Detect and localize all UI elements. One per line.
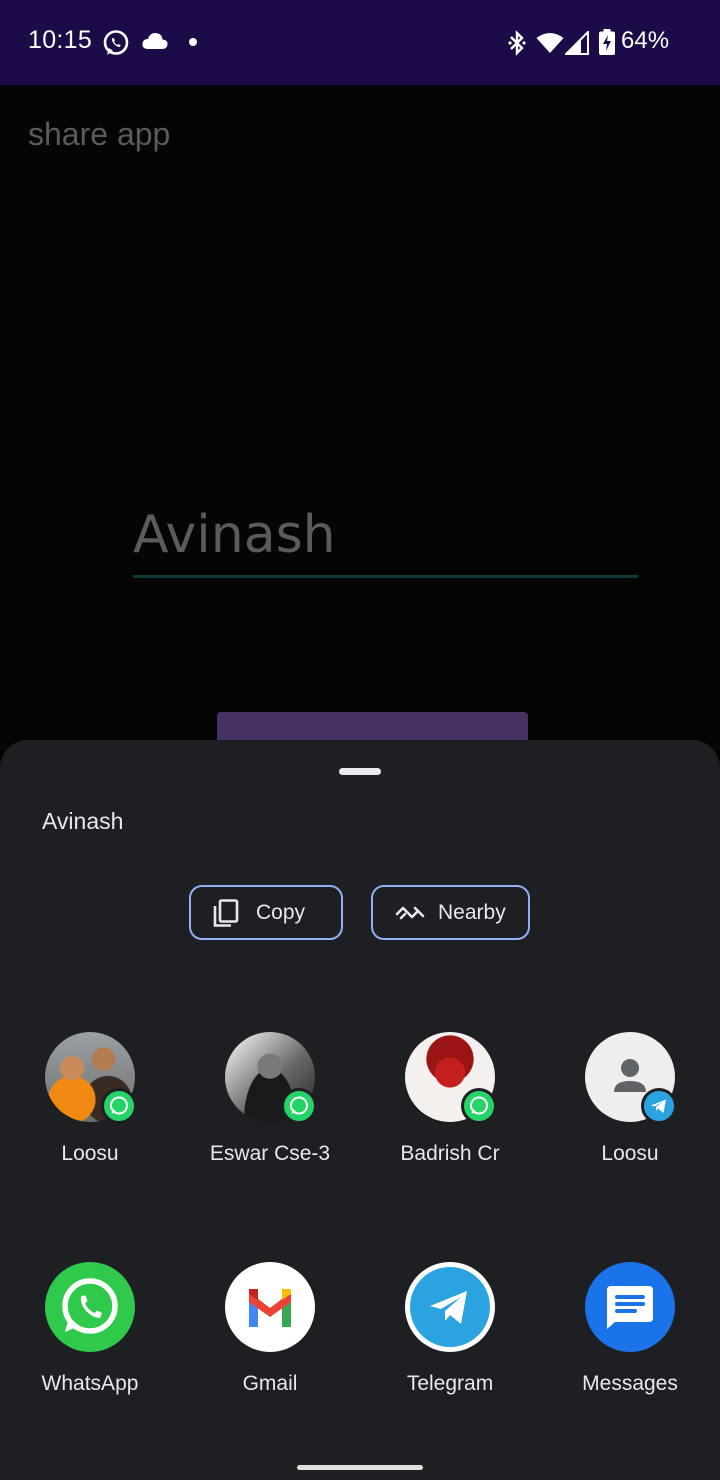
- app-target-whatsapp[interactable]: WhatsApp: [0, 1262, 180, 1402]
- direct-share-target[interactable]: Loosu: [540, 1032, 720, 1172]
- whatsapp-badge-icon: [461, 1088, 497, 1124]
- app-target-messages[interactable]: Messages: [540, 1262, 720, 1402]
- status-time: 10:15: [28, 26, 93, 54]
- whatsapp-icon: [103, 30, 129, 55]
- nearby-share-button[interactable]: Nearby: [371, 885, 530, 940]
- telegram-icon: [405, 1262, 495, 1352]
- drag-handle[interactable]: [339, 768, 381, 775]
- app-label: Gmail: [242, 1372, 298, 1395]
- battery-percent: 64%: [621, 27, 670, 54]
- app-label: Telegram: [406, 1372, 494, 1395]
- bluetooth-icon: [508, 30, 526, 56]
- name-input[interactable]: Avinash: [133, 505, 336, 565]
- name-input-underline: [133, 575, 638, 578]
- battery-charging-icon: [599, 29, 615, 55]
- app-target-gmail[interactable]: Gmail: [180, 1262, 360, 1402]
- app-target-telegram[interactable]: Telegram: [360, 1262, 540, 1402]
- gmail-icon: [225, 1262, 315, 1352]
- signal-icon: [565, 31, 589, 55]
- messages-icon: [585, 1262, 675, 1352]
- copy-button[interactable]: Copy: [189, 885, 343, 940]
- app-label: Messages: [582, 1372, 678, 1395]
- wifi-icon: [536, 33, 564, 53]
- nearby-share-icon: [395, 906, 425, 920]
- app-toolbar-title: share app: [28, 116, 171, 152]
- whatsapp-badge-icon: [101, 1088, 137, 1124]
- share-preview-text: Avinash: [42, 808, 124, 834]
- status-bar: 10:15 64%: [0, 0, 720, 85]
- target-label: Loosu: [61, 1142, 119, 1165]
- direct-share-target[interactable]: Loosu: [0, 1032, 180, 1172]
- cloud-icon: [142, 33, 168, 49]
- notification-dot-icon: [189, 38, 197, 46]
- target-label: Eswar Cse-3: [209, 1142, 331, 1165]
- direct-share-target[interactable]: Eswar Cse-3: [180, 1032, 360, 1172]
- target-label: Loosu: [601, 1142, 659, 1165]
- whatsapp-icon: [45, 1262, 135, 1352]
- whatsapp-badge-icon: [281, 1088, 317, 1124]
- app-label: WhatsApp: [41, 1372, 139, 1395]
- telegram-badge-icon: [641, 1088, 677, 1124]
- copy-label: Copy: [256, 901, 306, 924]
- copy-icon: [213, 899, 239, 927]
- direct-share-target[interactable]: Badrish Cr: [360, 1032, 540, 1172]
- target-label: Badrish Cr: [400, 1142, 500, 1165]
- gesture-navigation-bar[interactable]: [297, 1465, 423, 1470]
- nearby-label: Nearby: [438, 901, 506, 924]
- share-sheet: Avinash Copy Nearby Loosu Eswar Cse-3 Ba…: [0, 740, 720, 1480]
